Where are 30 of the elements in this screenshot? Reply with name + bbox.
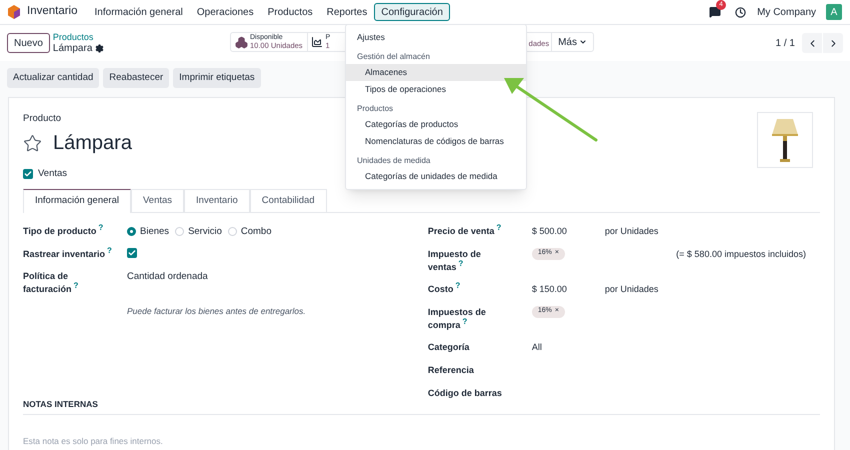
pager-value: 1 / 1 <box>776 36 795 50</box>
radio-label: Combo <box>240 224 272 238</box>
product-name: Lámpara <box>53 131 132 156</box>
field-value: All <box>532 340 542 354</box>
field-label: Precio de venta $^{?}$ <box>428 224 502 238</box>
field-label: Código de barras <box>428 386 503 400</box>
menu-section-title: Productos <box>356 103 394 115</box>
field-value: $ 150.00 <box>532 282 568 296</box>
field-value: $ 500.00 <box>532 224 568 238</box>
field-note: Puede facturar los bienes antes de entregarlos. <box>127 304 307 318</box>
field-label: Rastrear inventario $^{?}$ <box>23 248 113 261</box>
record-name: Lámpara <box>52 43 92 54</box>
field-label: Impuesto de ventas $^{?}$ <box>428 248 482 274</box>
checkbox-label: Ventas <box>38 167 68 182</box>
record-type-label: Producto <box>23 112 62 126</box>
field-label: Política de facturación $^{?}$ <box>23 270 80 296</box>
field-label: Tipo de producto $^{?}$ <box>23 224 104 238</box>
unit-label: por Unidades <box>604 282 658 296</box>
field-label: Referencia <box>428 364 475 376</box>
menu-section-title: Unidades de medida <box>356 155 432 167</box>
section-title: NOTAS INTERNAS <box>23 398 820 415</box>
radio-label: Bienes <box>140 224 170 238</box>
unit-label: por Unidades <box>604 224 658 238</box>
field-label: Impuestos de compra $^{?}$ <box>428 306 487 332</box>
radio-label: Servicio <box>188 224 222 238</box>
menu-section-title: Gestión del almacén <box>356 51 431 63</box>
field-label: Categoría <box>428 340 470 354</box>
tax-note: (= $ 580.00 impuestos incluidos) <box>676 248 806 261</box>
field-label: Costo $^{?}$ <box>428 282 462 296</box>
field-value: Cantidad ordenada <box>127 270 208 283</box>
